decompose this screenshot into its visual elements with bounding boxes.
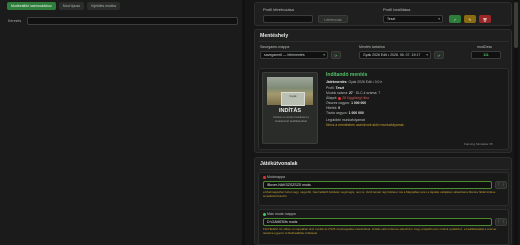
extra-folder-path: D:\GAMES\fs mods	[267, 220, 298, 224]
folder-icon[interactable]: 🗀	[495, 181, 507, 189]
tab-modbeallito[interactable]: Modbeállító sabmodokhoz	[7, 2, 56, 10]
thumbnail-caption: Gyak	[289, 94, 297, 98]
edit-profile-button[interactable]: ✎	[464, 15, 476, 23]
info-savegame: Játékmentés: Gyak 2026 Edit • 0,0 h	[326, 80, 383, 84]
mods-folder-label: Modmappa	[267, 175, 285, 179]
game-folders-title: Játékútvonalak	[260, 161, 298, 167]
search-row: Keresés	[8, 16, 238, 25]
save-select[interactable]: Gyak 2026 Edit • 2026. 06. 07. 19:17 ▾	[359, 51, 431, 59]
mod-count-label: modDesc	[477, 45, 493, 49]
mods-folder-label-row: Modmappa	[263, 175, 285, 179]
profile-name-input[interactable]	[263, 15, 313, 23]
search-input[interactable]	[27, 16, 238, 25]
divider	[259, 169, 509, 170]
mod-count-value: 111	[483, 53, 489, 57]
profile-select[interactable]: Teszt ▾	[383, 15, 443, 23]
extra-folder-note: FIGYELEM: Az ebben a mappában lévő modok…	[263, 227, 497, 235]
mod-browser-panel: Modbeállító sabmodokhoz Mod típusú Kijel…	[0, 0, 245, 245]
extra-folder-box: Más mods mappa D:\GAMES\fs mods 🗀 FIGYEL…	[258, 209, 509, 245]
info-net-worth: Tiszta vagyon: 1 000 000	[326, 111, 364, 115]
mod-count-field: 111	[471, 51, 501, 59]
mods-folder-input[interactable]: \Boxer-NAKSZSZSZS mods	[263, 181, 492, 189]
chevron-down-icon: ▾	[426, 53, 428, 57]
extra-folder-label: Más mods mappa	[267, 212, 296, 216]
info-mod-count: Modok száma: 27 · DLC-k száma: 7	[326, 91, 381, 95]
save-thumbnail-frame: Gyak	[281, 92, 305, 106]
right-scrollbar-thumb[interactable]	[514, 2, 518, 48]
save-select-value: Gyak 2026 Edit • 2026. 06. 07. 19:17	[363, 53, 421, 57]
save-profile-button[interactable]: ✓	[449, 15, 461, 23]
tab-kijeloles[interactable]: Kijelölés módba	[87, 2, 120, 10]
tab-mod-tipus[interactable]: Mod típusú	[58, 2, 85, 10]
chevron-down-icon: ▾	[323, 53, 325, 57]
info-note: Legutóbbi munkafolyamat	[326, 118, 365, 122]
info-status: Állapot: 28 függőségi hiba	[326, 96, 370, 100]
mods-folder-note: a Modmappához lehet nagy, nagyobb, haszn…	[263, 190, 496, 198]
map-name: Farming Simulator 25	[464, 142, 493, 146]
folder-icon[interactable]: 🗀	[495, 218, 507, 226]
extra-folder-input[interactable]: D:\GAMES\fs mods	[263, 218, 492, 226]
save-content-label: Mentés tartalma	[359, 45, 385, 49]
info-total-assets: Összes vagyon: 1 000 000	[326, 101, 367, 105]
info-profile: Profil: Teszt	[326, 86, 345, 90]
mod-tabs: Modbeállító sabmodokhoz Mod típusú Kijel…	[7, 2, 120, 10]
save-info-box: Gyak INDÍTÁS Indítsa a mentés betöltését…	[258, 68, 509, 150]
chevron-down-icon: ▾	[438, 17, 440, 21]
profile-card: Profil létrehozása Létrehozás Profil beá…	[254, 2, 512, 26]
left-scrollbar[interactable]	[242, 0, 245, 245]
mods-folder-box: Modmappa \Boxer-NAKSZSZSZS mods 🗀 a Modm…	[258, 172, 509, 206]
status-dot-icon	[263, 175, 266, 179]
error-dot-icon	[338, 96, 342, 100]
game-folders-card: Játékútvonalak Modmappa \Boxer-NAKSZSZSZ…	[254, 157, 512, 245]
mods-folder-path: \Boxer-NAKSZSZSZS mods	[267, 183, 311, 187]
refresh-folder-button[interactable]: ⟳	[331, 51, 341, 59]
info-loans: Hitelek: 0	[326, 106, 341, 110]
profile-settings-label: Profil beállítása	[383, 7, 411, 12]
save-info-header: Indítandó mentés	[326, 72, 368, 78]
refresh-save-button[interactable]: ⟳	[434, 51, 444, 59]
savegame-folder-label: Savegame-mappa	[260, 45, 290, 49]
savegame-folder-select[interactable]: savegame6 — létrimentés ▾	[260, 51, 328, 59]
settings-panel: Profil létrehozása Létrehozás Profil beá…	[254, 0, 520, 245]
profile-create-label: Profil létrehozása	[263, 7, 294, 12]
divider	[259, 41, 509, 42]
status-dot-icon	[263, 212, 266, 216]
savegame-section-title: Mentéshely	[260, 33, 289, 39]
delete-profile-button[interactable]: 🗑	[479, 15, 491, 23]
extra-folder-label-row: Más mods mappa	[263, 212, 296, 216]
create-profile-button[interactable]: Létrehozás	[318, 15, 348, 23]
info-warning: Nincs a mentésben aszinkront aktív munka…	[326, 123, 405, 127]
start-game-tile[interactable]: Gyak INDÍTÁS Indítsa a mentés betöltését…	[262, 72, 318, 144]
profile-select-value: Teszt	[387, 17, 396, 21]
start-title: INDÍTÁS	[279, 108, 301, 114]
start-subtitle: Indítsa a mentés betöltését a kiválaszto…	[273, 115, 309, 123]
savegame-card: Mentéshely Savegame-mappa savegame6 — lé…	[254, 29, 512, 153]
save-thumbnail-image: Gyak	[267, 77, 313, 106]
savegame-folder-value: savegame6 — létrimentés	[264, 53, 305, 57]
search-label: Keresés	[8, 18, 22, 23]
